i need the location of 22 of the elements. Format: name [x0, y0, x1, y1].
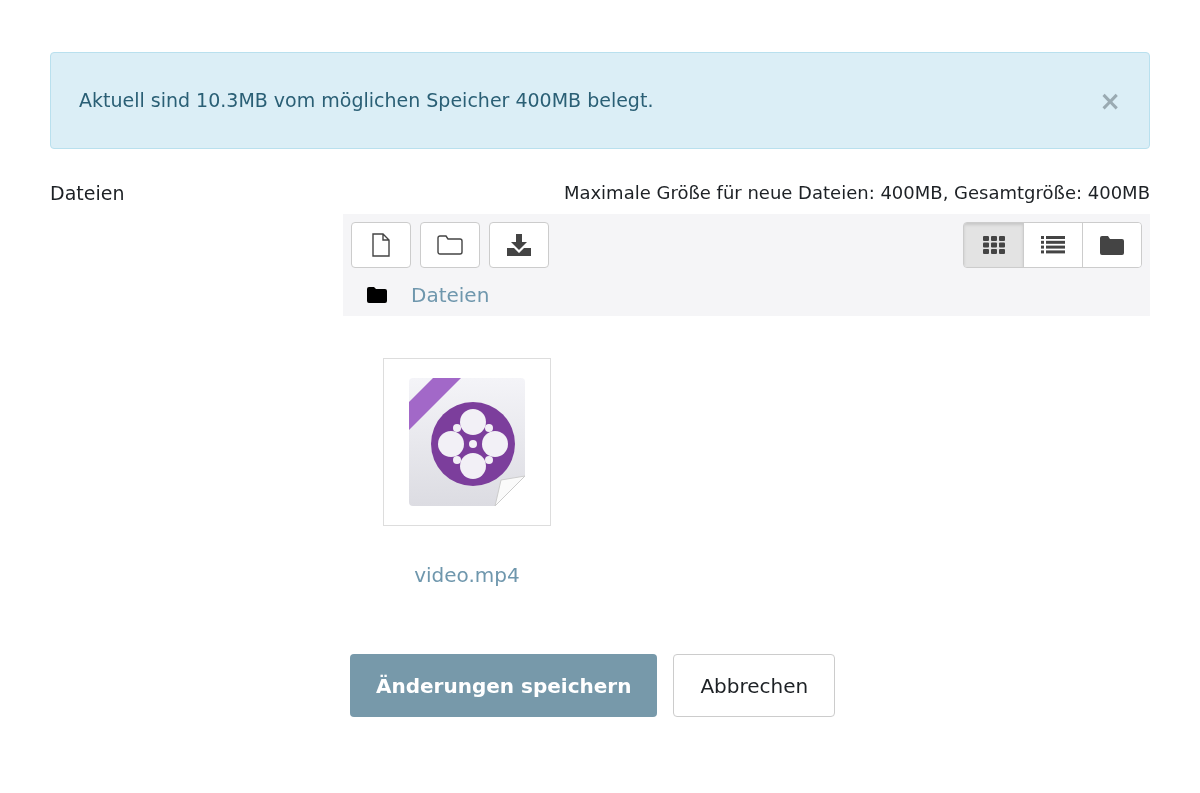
- file-button[interactable]: [351, 222, 411, 268]
- view-toggle[interactable]: [1023, 223, 1082, 267]
- file-name[interactable]: video.mp4: [414, 560, 520, 590]
- grid-icon: [982, 236, 1005, 254]
- path-link[interactable]: Dateien: [411, 280, 490, 310]
- view-toggle[interactable]: [1082, 223, 1141, 267]
- folder-icon: [367, 287, 387, 303]
- list-icon: [1041, 236, 1065, 254]
- field-label: Dateien: [50, 182, 125, 204]
- download-button[interactable]: [489, 222, 549, 268]
- view-toggle[interactable]: [964, 223, 1023, 267]
- file-thumbnail[interactable]: [383, 358, 551, 526]
- close-button[interactable]: ×: [1099, 87, 1121, 114]
- folder-button[interactable]: [420, 222, 480, 268]
- cancel-button[interactable]: Abbrechen: [673, 654, 836, 717]
- size-limits: Maximale Größe für neue Dateien: 400MB, Gesamtgröße: 400MB: [563, 181, 1150, 205]
- download-icon: [506, 233, 532, 257]
- file-icon: [372, 233, 390, 257]
- folder-icon: [437, 235, 463, 255]
- save-button[interactable]: Änderungen speichern: [350, 654, 658, 717]
- folder-icon: [1100, 235, 1124, 255]
- alert-message: Aktuell sind 10.3MB vom möglichen Speicher 400MB belegt.: [79, 88, 654, 114]
